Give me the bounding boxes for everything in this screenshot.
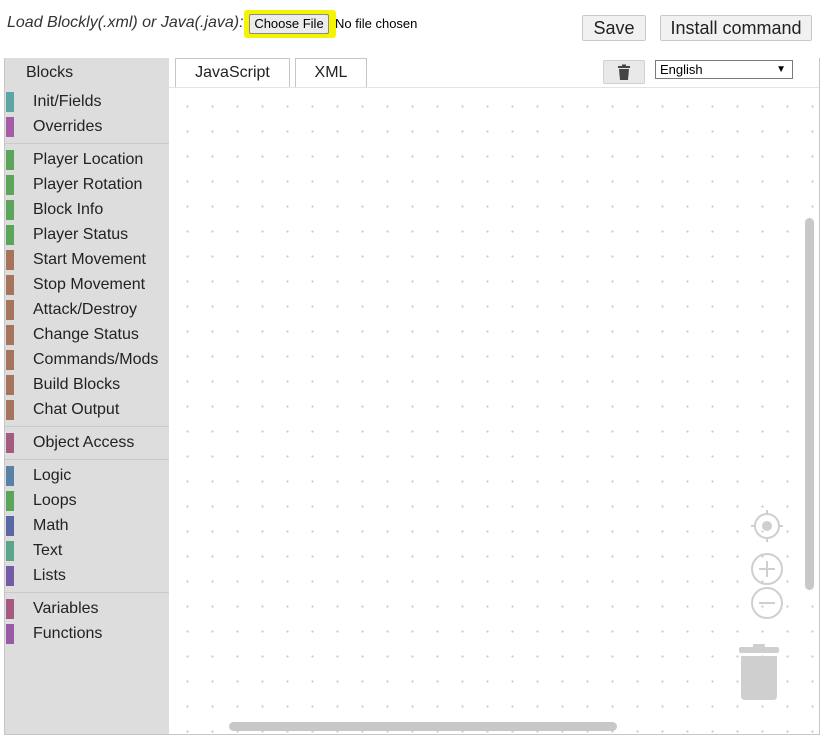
no-file-chosen-text: No file chosen [335, 16, 418, 31]
horizontal-scrollbar[interactable] [229, 722, 617, 731]
zoom-out-icon[interactable] [750, 586, 784, 620]
install-command-button[interactable]: Install command [660, 15, 812, 41]
save-button[interactable]: Save [582, 15, 646, 41]
load-file-label: Load Blockly(.xml) or Java(.java): [7, 14, 244, 31]
vertical-scrollbar[interactable] [805, 218, 814, 590]
zoom-in-icon[interactable] [750, 552, 784, 586]
recenter-icon[interactable] [750, 509, 784, 543]
trashcan-icon[interactable] [735, 644, 783, 702]
choose-file-highlight: Choose File [244, 10, 336, 38]
workspace-frame [4, 58, 820, 735]
choose-file-button[interactable]: Choose File [249, 14, 329, 34]
